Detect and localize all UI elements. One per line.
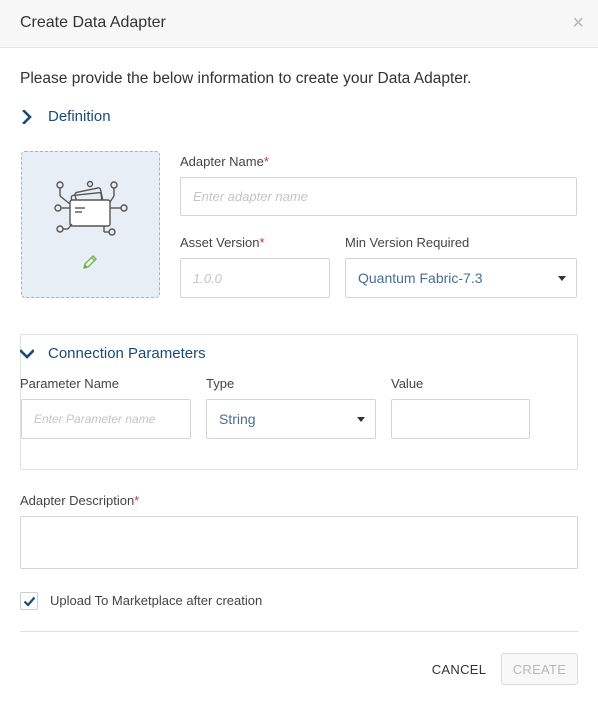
adapter-name-label-text: Adapter Name (180, 154, 264, 169)
asset-version-input[interactable] (180, 258, 330, 298)
asset-version-label: Asset Version* (180, 235, 265, 250)
required-mark: * (263, 154, 269, 169)
parameter-type-select[interactable]: String (206, 399, 376, 439)
required-mark: * (259, 235, 265, 250)
parameter-value-input[interactable] (391, 399, 530, 439)
column-header-parameter-name: Parameter Name (20, 376, 119, 391)
pencil-icon[interactable] (82, 254, 98, 270)
adapter-icon (54, 180, 128, 236)
chevron-down-icon (20, 348, 34, 359)
checkmark-icon (23, 596, 36, 607)
description-textarea[interactable] (20, 516, 578, 569)
create-button[interactable]: CREATE (501, 653, 578, 685)
min-version-value: Quantum Fabric-7.3 (358, 270, 483, 286)
upload-marketplace-checkbox[interactable] (20, 592, 38, 610)
caret-down-icon (558, 276, 566, 281)
adapter-name-input[interactable] (180, 177, 577, 216)
intro-text: Please provide the below information to … (20, 70, 472, 87)
adapter-name-label: Adapter Name* (180, 154, 269, 169)
upload-marketplace-label: Upload To Marketplace after creation (50, 593, 263, 608)
column-header-value: Value (391, 376, 424, 391)
connection-parameters-toggle[interactable]: Connection Parameters (20, 345, 206, 362)
chevron-right-icon (22, 109, 32, 124)
definition-heading: Definition (48, 108, 111, 125)
caret-down-icon (357, 417, 365, 422)
footer-divider (20, 631, 578, 632)
min-version-label: Min Version Required (345, 235, 470, 250)
cancel-button[interactable]: CANCEL (426, 653, 492, 685)
parameter-type-value: String (219, 411, 256, 427)
parameter-name-input[interactable] (21, 399, 191, 439)
required-mark: * (134, 493, 140, 508)
connection-parameters-heading: Connection Parameters (48, 345, 206, 362)
description-label-text: Adapter Description (20, 493, 135, 508)
definition-toggle[interactable]: Definition (20, 108, 111, 125)
description-label: Adapter Description* (20, 493, 139, 508)
dialog-title: Create Data Adapter (20, 14, 166, 31)
close-icon[interactable]: × (572, 13, 584, 33)
asset-version-label-text: Asset Version (180, 235, 260, 250)
adapter-icon-upload[interactable] (21, 151, 160, 298)
min-version-select[interactable]: Quantum Fabric-7.3 (345, 258, 577, 298)
dialog-header: Create Data Adapter × (0, 0, 598, 48)
column-header-type: Type (206, 376, 235, 391)
